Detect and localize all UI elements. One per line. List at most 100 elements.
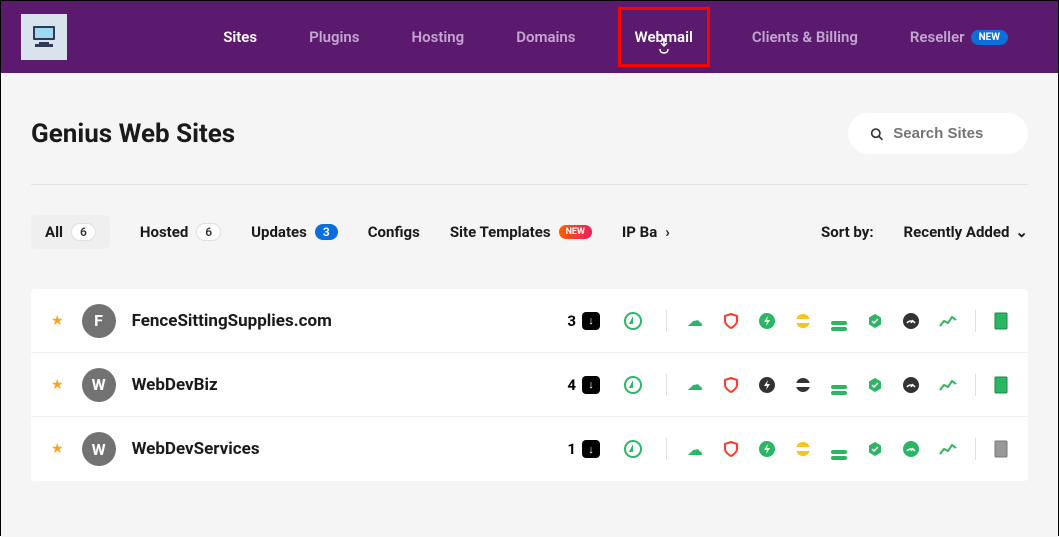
service-icons: ☁	[687, 374, 957, 395]
site-name[interactable]: WebDevServices	[132, 439, 568, 459]
cloud-icon[interactable]: ☁	[687, 440, 703, 459]
filter-templates[interactable]: Site Templates NEW	[450, 223, 592, 241]
filter-updates-count: 3	[315, 224, 338, 240]
cursor-icon	[657, 38, 671, 54]
site-updates[interactable]: 4 ↓	[567, 376, 600, 394]
star-icon[interactable]: ★	[51, 313, 64, 329]
sort-value-text: Recently Added	[904, 223, 1010, 241]
sail-icon[interactable]	[624, 440, 642, 458]
sail-icon[interactable]	[624, 312, 642, 330]
updates-count: 4	[567, 376, 576, 394]
site-updates[interactable]: 3 ↓	[567, 312, 600, 330]
site-name[interactable]: FenceSittingSupplies.com	[132, 311, 568, 331]
avatar: W	[82, 368, 116, 402]
filter-updates[interactable]: Updates 3	[251, 223, 338, 241]
search-box[interactable]	[848, 113, 1028, 154]
nav-menu: Sites Plugins Hosting Domains Webmail Cl…	[213, 7, 1018, 67]
shield-icon[interactable]	[723, 377, 739, 393]
nav-hosting[interactable]: Hosting	[402, 20, 475, 54]
disc-icon[interactable]	[795, 377, 811, 393]
star-icon[interactable]: ★	[51, 377, 64, 393]
service-icons: ☁	[687, 439, 957, 460]
disc-icon[interactable]	[795, 313, 811, 329]
hex-icon[interactable]	[867, 313, 883, 329]
bolt-icon[interactable]	[759, 441, 775, 457]
nav-sites[interactable]: Sites	[213, 20, 267, 54]
nav-domains[interactable]: Domains	[506, 20, 585, 54]
filter-hosted-count: 6	[196, 223, 221, 241]
site-updates[interactable]: 1 ↓	[567, 440, 600, 458]
doc-icon[interactable]	[994, 440, 1008, 458]
filter-all[interactable]: All 6	[31, 215, 110, 249]
star-icon[interactable]: ★	[51, 441, 64, 457]
site-list: ★ F FenceSittingSupplies.com 3 ↓ ☁	[31, 289, 1028, 481]
updates-count: 3	[567, 312, 576, 330]
download-icon: ↓	[582, 376, 600, 394]
doc-icon[interactable]	[994, 376, 1008, 394]
updates-count: 1	[567, 440, 576, 458]
doc-icon[interactable]	[994, 312, 1008, 330]
chevron-right-icon: ›	[665, 223, 670, 241]
nav-webmail[interactable]: Webmail	[618, 7, 710, 67]
chart-icon[interactable]	[939, 314, 957, 328]
icon-divider	[975, 438, 976, 460]
nav-reseller[interactable]: Reseller NEW	[900, 20, 1018, 54]
search-icon	[870, 126, 883, 142]
cloud-icon[interactable]: ☁	[687, 311, 703, 330]
dash-icon[interactable]	[903, 441, 919, 457]
site-row[interactable]: ★ W WebDevServices 1 ↓ ☁	[31, 417, 1028, 481]
cloud-icon[interactable]: ☁	[687, 375, 703, 394]
filter-hosted-label: Hosted	[140, 223, 188, 241]
main-content: Genius Web Sites All 6 Hosted 6 Updates …	[1, 73, 1058, 537]
title-row: Genius Web Sites	[31, 113, 1028, 154]
logo[interactable]	[21, 14, 67, 60]
filter-ipba[interactable]: IP Ba ›	[622, 223, 670, 241]
sail-icon[interactable]	[624, 376, 642, 394]
filter-templates-label: Site Templates	[450, 223, 551, 241]
shield-icon[interactable]	[723, 441, 739, 457]
logo-icon	[29, 24, 59, 50]
chart-icon[interactable]	[939, 442, 957, 456]
bolt-icon[interactable]	[759, 377, 775, 393]
filter-ipba-label: IP Ba	[622, 223, 657, 241]
search-input[interactable]	[893, 125, 1006, 142]
hex-icon[interactable]	[867, 441, 883, 457]
filter-all-label: All	[45, 223, 63, 241]
divider	[31, 184, 1028, 185]
download-icon: ↓	[582, 312, 600, 330]
new-badge: NEW	[971, 30, 1008, 45]
avatar: W	[82, 432, 116, 466]
bolt-icon[interactable]	[759, 313, 775, 329]
shield-icon[interactable]	[723, 313, 739, 329]
filter-updates-label: Updates	[251, 223, 307, 241]
dash-icon[interactable]	[903, 377, 919, 393]
bars-icon[interactable]	[831, 310, 847, 331]
nav-plugins[interactable]: Plugins	[299, 20, 369, 54]
site-row[interactable]: ★ F FenceSittingSupplies.com 3 ↓ ☁	[31, 289, 1028, 353]
nav-clients-billing[interactable]: Clients & Billing	[742, 20, 868, 54]
hex-icon[interactable]	[867, 377, 883, 393]
site-name[interactable]: WebDevBiz	[132, 375, 568, 395]
service-icons: ☁	[687, 310, 957, 331]
top-nav-header: Sites Plugins Hosting Domains Webmail Cl…	[1, 1, 1058, 73]
icon-divider	[975, 374, 976, 396]
icon-divider	[666, 310, 667, 332]
chevron-down-icon: ⌄	[1015, 223, 1028, 241]
sort-dropdown[interactable]: Recently Added ⌄	[904, 223, 1028, 241]
dash-icon[interactable]	[903, 313, 919, 329]
filter-all-count: 6	[71, 223, 96, 241]
bars-icon[interactable]	[831, 439, 847, 460]
icon-divider	[666, 374, 667, 396]
chart-icon[interactable]	[939, 378, 957, 392]
sort-label: Sort by:	[821, 223, 874, 241]
filter-row: All 6 Hosted 6 Updates 3 Configs Site Te…	[31, 215, 1028, 249]
filter-configs[interactable]: Configs	[368, 223, 420, 241]
avatar: F	[82, 304, 116, 338]
filter-hosted[interactable]: Hosted 6	[140, 223, 221, 241]
page-title: Genius Web Sites	[31, 119, 235, 149]
bars-icon[interactable]	[831, 374, 847, 395]
disc-icon[interactable]	[795, 441, 811, 457]
site-row[interactable]: ★ W WebDevBiz 4 ↓ ☁	[31, 353, 1028, 417]
download-icon: ↓	[582, 440, 600, 458]
icon-divider	[975, 310, 976, 332]
